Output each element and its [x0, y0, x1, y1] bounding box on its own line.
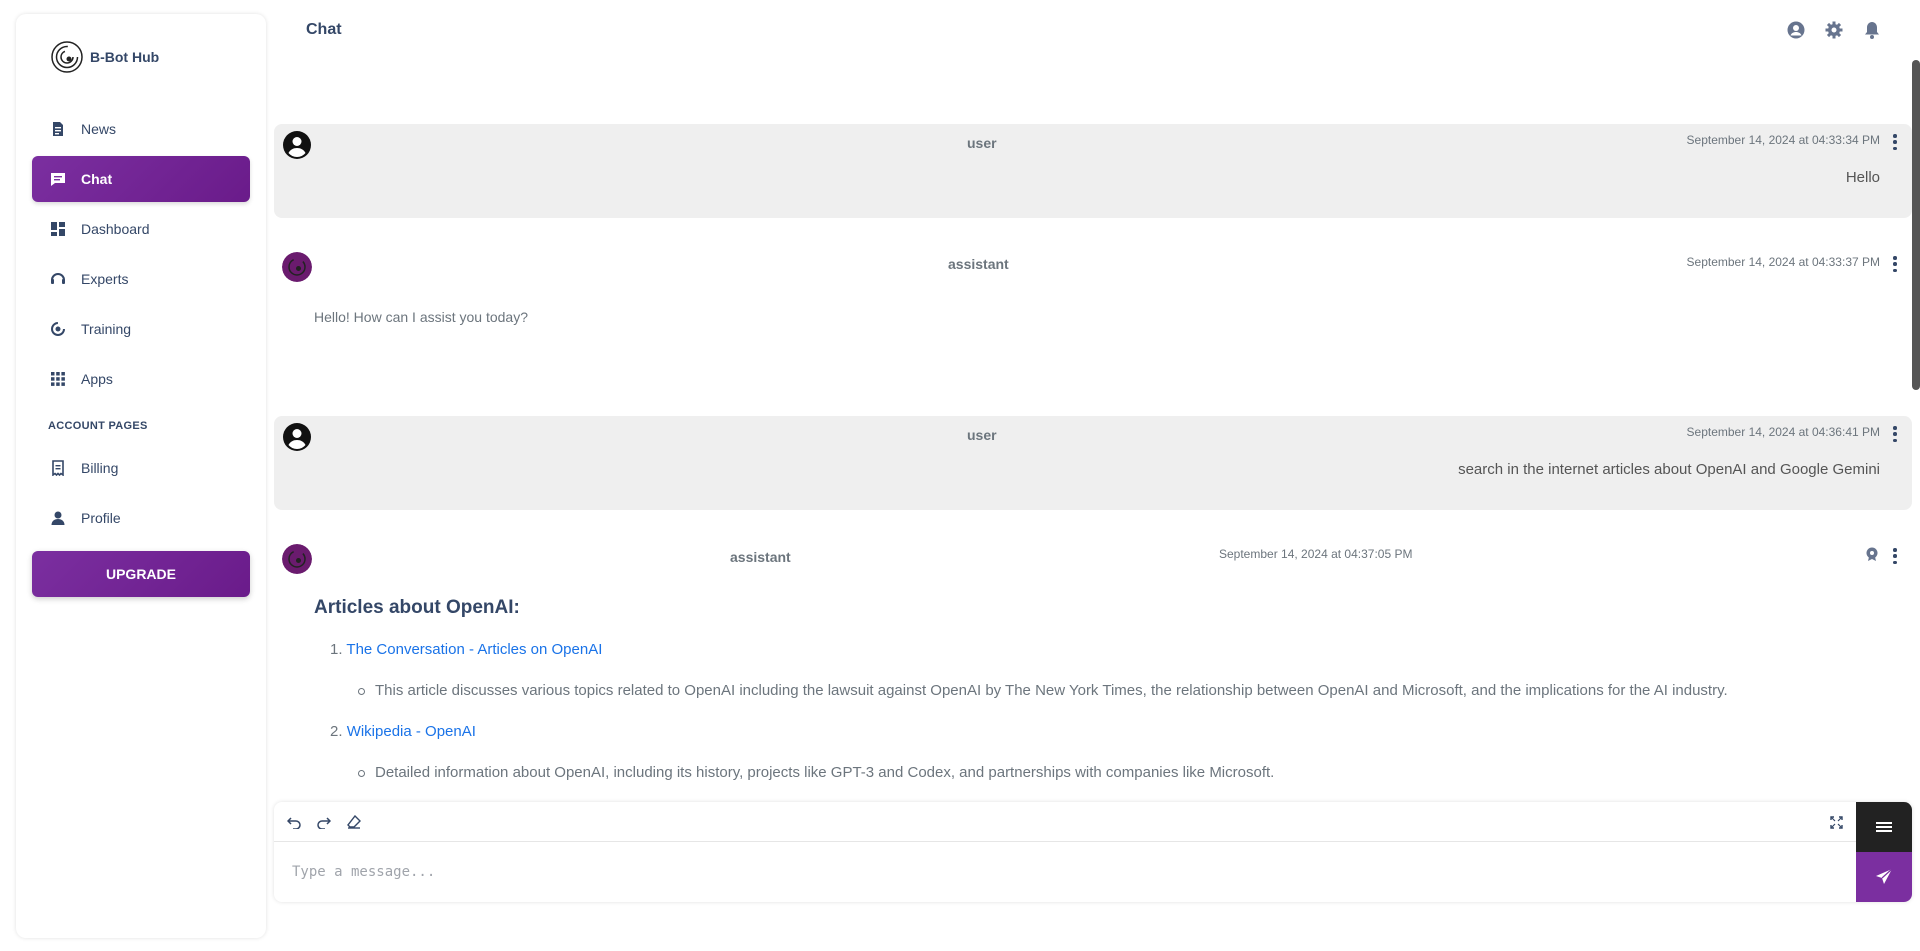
message-text: Hello! How can I assist you today? — [314, 309, 528, 325]
message-timestamp: September 14, 2024 at 04:36:41 PM — [1686, 425, 1880, 439]
message-user: user September 14, 2024 at 04:36:41 PM s… — [274, 416, 1912, 510]
message-text: Hello — [1845, 169, 1880, 186]
sidebar-item-label: Billing — [81, 460, 119, 476]
brand[interactable]: B-Bot Hub — [50, 40, 159, 74]
sidebar-item-profile[interactable]: Profile — [32, 495, 250, 541]
composer-toolbar — [274, 802, 1856, 842]
message-input[interactable] — [292, 860, 1832, 884]
message-timestamp: September 14, 2024 at 04:37:05 PM — [1219, 547, 1413, 561]
sidebar-item-news[interactable]: News — [32, 106, 250, 152]
message-timestamp: September 14, 2024 at 04:33:37 PM — [1686, 255, 1880, 269]
bell-icon[interactable] — [1862, 20, 1882, 40]
composer-menu-button[interactable] — [1856, 802, 1912, 852]
article-number: 1. — [330, 641, 343, 658]
sidebar-item-chat[interactable]: Chat — [32, 156, 250, 202]
sidebar-item-label: News — [81, 121, 117, 137]
bullet-icon — [358, 687, 365, 695]
profile-icon — [49, 509, 67, 527]
message-role: user — [967, 135, 997, 151]
article-link[interactable]: The Conversation - Articles on OpenAI — [346, 641, 602, 658]
user-avatar-icon — [283, 423, 311, 451]
message-menu-icon[interactable] — [1892, 256, 1898, 272]
billing-icon — [49, 459, 67, 477]
message-user: user September 14, 2024 at 04:33:34 PM H… — [274, 124, 1912, 218]
expert-badge-icon[interactable] — [1864, 546, 1880, 562]
article-item: 2. Wikipedia - OpenAI — [330, 723, 476, 740]
sidebar-item-experts[interactable]: Experts — [32, 256, 250, 302]
message-role: assistant — [948, 256, 1009, 272]
upgrade-button[interactable]: UPGRADE — [32, 551, 250, 597]
gear-icon[interactable] — [1824, 20, 1844, 40]
message-timestamp: September 14, 2024 at 04:33:34 PM — [1686, 133, 1880, 147]
assistant-avatar-icon — [282, 544, 312, 574]
experts-icon — [49, 270, 67, 288]
chat-icon — [49, 170, 67, 188]
undo-icon[interactable] — [284, 812, 304, 832]
article-description-text: This article discusses various topics re… — [375, 682, 1728, 699]
article-heading: Articles about OpenAI: — [314, 597, 520, 618]
article-description: Detailed information about OpenAI, inclu… — [358, 764, 1274, 781]
redo-icon[interactable] — [314, 812, 334, 832]
message-menu-icon[interactable] — [1892, 548, 1898, 564]
sidebar-item-label: Training — [81, 321, 132, 337]
sidebar-item-label: Apps — [81, 371, 113, 387]
user-avatar-icon — [283, 131, 311, 159]
article-description-text: Detailed information about OpenAI, inclu… — [375, 764, 1275, 781]
send-icon — [1876, 868, 1893, 884]
assistant-avatar-icon — [282, 252, 312, 282]
page-title: Chat — [306, 21, 342, 38]
fullscreen-icon[interactable] — [1826, 812, 1846, 832]
brand-name: B-Bot Hub — [90, 49, 160, 65]
article-number: 2. — [330, 723, 343, 740]
eraser-icon[interactable] — [344, 812, 364, 832]
account-pages-label: ACCOUNT PAGES — [48, 420, 148, 432]
message-composer — [274, 802, 1912, 902]
article-link[interactable]: Wikipedia - OpenAI — [347, 723, 476, 740]
header-actions — [1786, 20, 1882, 40]
sidebar: B-Bot Hub News Chat Dashboard Experts Tr… — [16, 14, 266, 938]
message-assistant: assistant September 14, 2024 at 04:33:37… — [274, 246, 1912, 406]
apps-icon — [49, 370, 67, 388]
sidebar-item-label: Dashboard — [81, 221, 150, 237]
message-text: search in the internet articles about Op… — [1458, 461, 1880, 478]
sidebar-item-apps[interactable]: Apps — [32, 356, 250, 402]
account-icon[interactable] — [1786, 20, 1806, 40]
bullet-icon — [358, 769, 365, 777]
article-item: 1. The Conversation - Articles on OpenAI — [330, 641, 602, 658]
message-role: user — [967, 427, 997, 443]
sidebar-item-label: Chat — [81, 171, 113, 187]
sidebar-item-dashboard[interactable]: Dashboard — [32, 206, 250, 252]
scrollbar[interactable] — [1912, 60, 1920, 390]
news-icon — [49, 120, 67, 138]
send-button[interactable] — [1856, 852, 1912, 902]
message-menu-icon[interactable] — [1892, 134, 1898, 150]
brand-logo-icon — [51, 41, 83, 73]
message-role: assistant — [730, 549, 791, 565]
sidebar-item-label: Profile — [81, 510, 121, 526]
training-icon — [49, 320, 67, 338]
sidebar-item-label: Experts — [81, 271, 129, 287]
article-description: This article discusses various topics re… — [358, 682, 1728, 699]
dashboard-icon — [49, 220, 67, 238]
menu-icon — [1876, 822, 1892, 832]
message-menu-icon[interactable] — [1892, 426, 1898, 442]
sidebar-item-training[interactable]: Training — [32, 306, 250, 352]
sidebar-item-billing[interactable]: Billing — [32, 445, 250, 491]
message-assistant: assistant September 14, 2024 at 04:37:05… — [274, 538, 1912, 798]
